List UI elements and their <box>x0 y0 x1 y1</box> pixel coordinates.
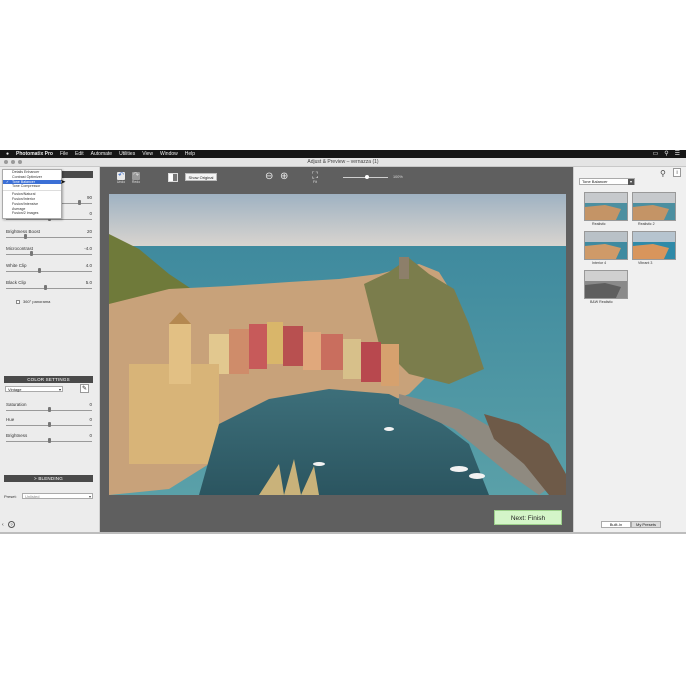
fit-button[interactable]: ⛶ Fit <box>308 170 322 185</box>
checkmark-icon: ✓ <box>6 179 10 184</box>
tab-my-presets[interactable]: My Presets <box>631 521 661 528</box>
menu-window[interactable]: Window <box>160 151 178 157</box>
window-bottom-edge <box>0 532 686 534</box>
thumb-image <box>585 271 627 298</box>
preset-thumb-bw-realistic[interactable] <box>584 270 628 299</box>
preset-search-icon[interactable]: ⚲ <box>660 169 666 178</box>
menu-item-fusion-2-images[interactable]: Fusion/2 images <box>3 211 61 216</box>
app-menu[interactable]: Photomatix Pro <box>16 151 53 157</box>
collapse-left-icon[interactable]: ‹ <box>2 522 4 528</box>
slider-knob[interactable] <box>48 422 51 427</box>
preset-category-select[interactable]: Tone Balancer ▾ <box>579 178 635 185</box>
eyedropper-icon: ✎ <box>81 386 88 392</box>
info-button[interactable]: i <box>673 168 681 177</box>
preset-label-bw-realistic: B&W Realistic <box>590 300 613 304</box>
method-dropdown-menu: Details Enhancer Contrast Optimizer ✓ Ton… <box>2 169 62 219</box>
chevron-down-icon: ▾ <box>58 387 61 392</box>
color-settings-header[interactable]: COLOR SETTINGS <box>4 376 93 383</box>
presets-panel: ⚲ i Tone Balancer ▾ Realistic Realistic … <box>573 167 686 532</box>
menu-automate[interactable]: Automate <box>91 151 112 157</box>
preview-image[interactable] <box>109 194 566 495</box>
redo-button[interactable]: ↷ Redo <box>130 172 142 184</box>
blending-header[interactable]: > BLENDING <box>4 475 93 482</box>
chevron-down-icon: ▾ <box>628 179 634 185</box>
panorama-label: 360° panorama <box>23 299 51 304</box>
panorama-checkbox[interactable] <box>16 300 20 304</box>
list-icon[interactable]: ☰ <box>675 150 680 157</box>
menu-help[interactable]: Help <box>185 151 195 157</box>
slider-knob[interactable] <box>48 407 51 412</box>
help-icon[interactable]: ? <box>8 521 15 528</box>
search-icon[interactable]: ⚲ <box>664 150 668 157</box>
preset-thumb-interior-4[interactable] <box>584 231 628 260</box>
apple-icon[interactable]: ● <box>6 151 9 157</box>
slider-knob[interactable] <box>38 268 41 273</box>
menu-file[interactable]: File <box>60 151 68 157</box>
thumb-image <box>585 232 627 259</box>
preset-thumb-realistic-2[interactable] <box>632 192 676 221</box>
vernazza-photo <box>109 194 566 495</box>
slider-knob[interactable] <box>48 438 51 443</box>
zoom-slider-knob[interactable] <box>365 175 369 179</box>
menu-separator <box>3 189 61 192</box>
settings-panel: 90 0 Brightness Boost 20 Microcontrast -… <box>0 167 100 532</box>
chevron-down-icon: ▾ <box>88 494 91 499</box>
compare-icon[interactable] <box>168 173 178 182</box>
undo-icon: ↶ <box>117 172 125 180</box>
preset-label-interior-4: Interior 4 <box>592 261 607 265</box>
cursor-icon: ➤ <box>60 179 66 186</box>
eyedropper-button[interactable]: ✎ <box>80 384 89 393</box>
preset-label: Preset: <box>4 494 17 499</box>
undo-button[interactable]: ↶ Undo <box>115 172 127 184</box>
thumb-image <box>585 193 627 220</box>
next-finish-button[interactable]: Next: Finish <box>494 510 562 525</box>
slider-knob[interactable] <box>44 285 47 290</box>
preset-label-realistic-2: Realistic 2 <box>638 222 655 226</box>
window-titlebar: Adjust & Preview – vernazza (1) <box>0 158 686 167</box>
preset-thumb-vibrant-3[interactable] <box>632 231 676 260</box>
slider-knob[interactable] <box>78 200 81 205</box>
show-original-button[interactable]: Show Original <box>185 173 217 181</box>
redo-icon: ↷ <box>132 172 140 180</box>
preset-select[interactable]: Unlisted ▾ <box>22 493 93 499</box>
preset-label-vibrant-3: Vibrant 3 <box>638 261 653 265</box>
fit-icon: ⛶ <box>311 170 319 180</box>
preset-thumb-realistic[interactable] <box>584 192 628 221</box>
zoom-out-icon[interactable]: ⊖ <box>265 171 273 182</box>
menu-edit[interactable]: Edit <box>75 151 84 157</box>
color-preset-select[interactable]: Vintage ▾ <box>5 386 63 392</box>
preset-label-realistic: Realistic <box>592 222 606 226</box>
info-icon: i <box>676 170 678 176</box>
zoom-level: 100% <box>393 175 403 179</box>
menu-view[interactable]: View <box>142 151 153 157</box>
menu-bar: ● Photomatix Pro File Edit Automate Util… <box>0 150 686 158</box>
slider-knob[interactable] <box>24 234 27 239</box>
slider-knob[interactable] <box>30 251 33 256</box>
display-icon[interactable]: ▭ <box>653 150 659 157</box>
tab-built-in[interactable]: Built-In <box>601 521 631 528</box>
window-title: Adjust & Preview – vernazza (1) <box>307 159 379 165</box>
menu-utilities[interactable]: Utilities <box>119 151 135 157</box>
thumb-image <box>633 193 675 220</box>
thumb-image <box>633 232 675 259</box>
zoom-in-icon[interactable]: ⊕ <box>280 171 288 182</box>
